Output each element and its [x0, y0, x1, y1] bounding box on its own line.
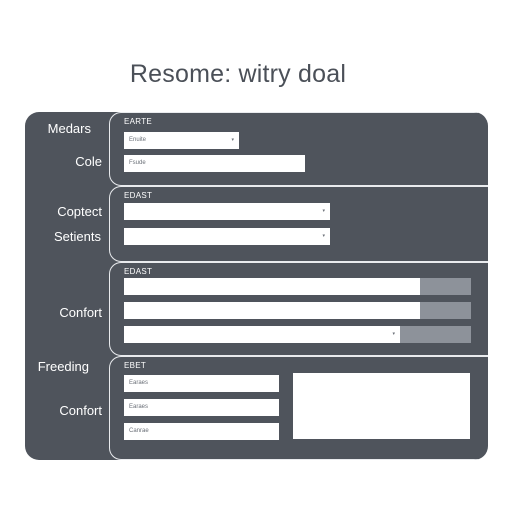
enuite-dropdown[interactable]: Enuite ▾	[124, 132, 239, 149]
label-cole: Cole	[75, 154, 102, 169]
coptect-dropdown[interactable]: ▾	[124, 203, 330, 220]
field-text: Earaes	[129, 404, 149, 410]
label-coptect: Coptect	[57, 204, 102, 219]
label-confort-2: Confort	[59, 403, 102, 418]
section-edast-1: EDAST ▾ ▾	[109, 186, 488, 262]
section-ebet: ЕВЕТ Earaes Earaes Canrae	[109, 356, 488, 460]
text-area[interactable]	[293, 373, 470, 439]
setients-dropdown[interactable]: ▾	[124, 228, 330, 245]
field-text: Canrae	[129, 428, 149, 434]
section-tag: ЕВЕТ	[124, 361, 147, 370]
section-tag: EARTE	[124, 117, 153, 126]
chevron-down-icon: ▾	[231, 137, 234, 143]
chevron-down-icon: ▾	[392, 331, 395, 337]
label-freeding: Freeding	[37, 359, 89, 374]
confort-input-1[interactable]	[124, 278, 420, 295]
field-text: Earaes	[129, 380, 149, 386]
form-panel: Medars Cole Coptect Setients Confort Fre…	[25, 112, 488, 460]
confort-input-2[interactable]	[124, 302, 420, 319]
label-confort: Confort	[59, 305, 102, 320]
section-earte: EARTE Enuite ▾ Fsude	[109, 112, 488, 186]
freeding-input-2[interactable]: Earaes	[124, 399, 279, 416]
field-text: Fsude	[129, 160, 146, 166]
confort-dropdown[interactable]: ▾	[124, 326, 400, 343]
field-action-button[interactable]	[420, 278, 471, 295]
section-tag: EDAST	[124, 191, 153, 200]
form-title: Resome: witry doal	[129, 60, 347, 88]
field-action-button[interactable]	[420, 302, 471, 319]
section-edast-2: EDAST ▾	[109, 262, 488, 356]
label-medars: Medars	[47, 121, 91, 136]
form-page: Resome: witry doal Medars Cole Coptect S…	[0, 0, 512, 512]
chevron-down-icon: ▾	[322, 208, 325, 214]
confort-input[interactable]: Canrae	[124, 423, 279, 440]
freeding-input-1[interactable]: Earaes	[124, 375, 279, 392]
field-action-button[interactable]	[400, 326, 471, 343]
fsude-input[interactable]: Fsude	[124, 155, 305, 172]
label-setients: Setients	[54, 229, 101, 244]
chevron-down-icon: ▾	[322, 233, 325, 239]
section-tag: EDAST	[124, 267, 153, 276]
field-text: Enuite	[129, 137, 147, 143]
